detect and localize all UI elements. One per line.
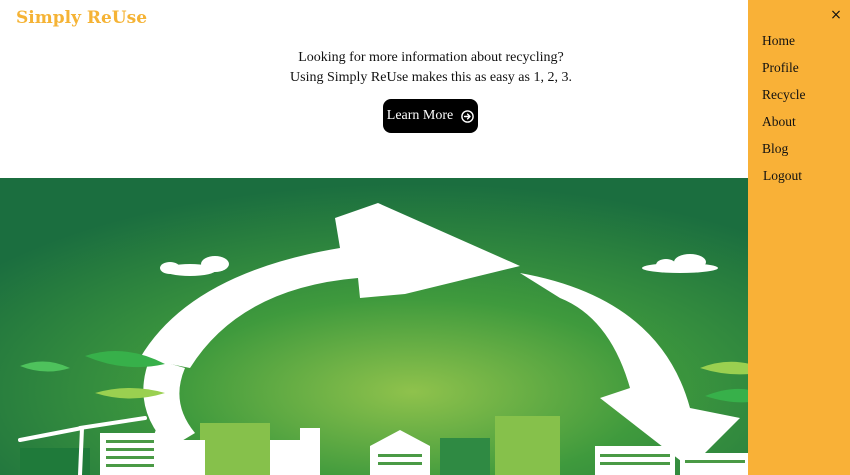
arrow-circle-right-icon xyxy=(461,109,475,123)
intro-section: Looking for more information about recyc… xyxy=(0,48,850,88)
nav-item-profile[interactable]: Profile xyxy=(762,57,805,84)
nav-item-home[interactable]: Home xyxy=(762,30,805,57)
sidebar-nav: Home Profile Recycle About Blog Logout xyxy=(762,30,805,192)
nav-item-recycle[interactable]: Recycle xyxy=(762,84,805,111)
intro-line-1: Looking for more information about recyc… xyxy=(298,50,564,65)
nav-item-about[interactable]: About xyxy=(762,111,805,138)
sidebar-menu: × Home Profile Recycle About Blog Logout xyxy=(748,0,850,475)
hero-recycling-illustration xyxy=(0,178,750,475)
nav-item-blog[interactable]: Blog xyxy=(762,138,805,165)
brand-logo-text[interactable]: Simply ReUse xyxy=(16,8,147,28)
learn-more-button[interactable]: Learn More xyxy=(383,99,478,133)
nav-item-logout[interactable]: Logout xyxy=(762,165,805,192)
close-icon[interactable]: × xyxy=(828,7,844,23)
intro-line-2: Using Simply ReUse makes this as easy as… xyxy=(290,70,572,85)
learn-more-label: Learn More xyxy=(386,108,454,123)
